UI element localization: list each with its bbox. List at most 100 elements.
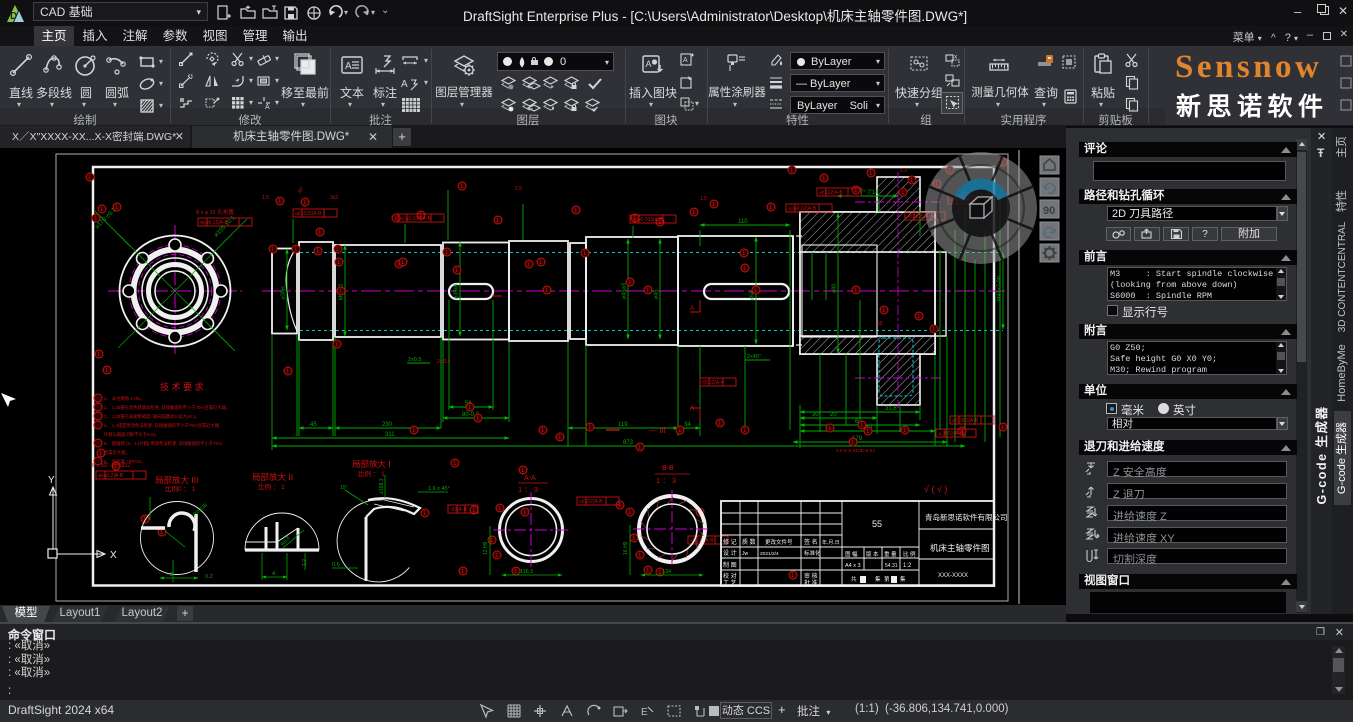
svg-text:审 核: 审 核 [804,572,818,580]
svg-text:A: A [401,79,408,90]
svg-text:134: 134 [662,569,671,575]
svg-text:20: 20 [830,412,837,418]
svg-text:◎|⌀0.02|A-B: ◎|⌀0.02|A-B [788,206,817,212]
svg-text:54.31: 54.31 [885,563,898,569]
svg-text:A-A: A-A [524,475,536,482]
svg-text:116.5: 116.5 [520,569,533,575]
svg-text:1 ： 3: 1 ： 3 [656,476,676,485]
svg-text:比例0 ： 1: 比例0 ： 1 [165,484,196,493]
svg-text:A: A [345,61,352,72]
svg-text:1:2: 1:2 [903,563,912,569]
svg-text:30: 30 [812,412,819,418]
svg-text:批 准: 批 准 [804,579,818,587]
svg-text:集: 集 [875,575,881,583]
svg-text:15°: 15° [340,485,348,491]
svg-text:技 术 要 求: 技 术 要 求 [160,381,204,392]
svg-text:比 例: 比 例 [903,550,916,558]
svg-text:XXX-XXXX: XXX-XXXX [938,573,968,579]
svg-text:且靠近大端。: 且靠近大端。 [104,449,130,456]
svg-text:8 x ⌀ 31 孔布置: 8 x ⌀ 31 孔布置 [196,208,234,216]
svg-text:2、 1,30锥孔涂色及跳动检查, 其接触面积不小于75%且: 2、 1,30锥孔涂色及跳动检查, 其接触面积不小于75%且靠近大端。 [104,404,230,411]
svg-text:3、 1,30锥孔表面粗糙度, 轴向圆跳动公差为±0.1。: 3、 1,30锥孔表面粗糙度, 轴向圆跳动公差为±0.1。 [104,413,200,420]
svg-text:⌀|0.02|A-B: ⌀|0.02|A-B [819,190,843,196]
svg-text:Y: Y [48,475,55,486]
svg-text:3x2: 3x2 [330,195,338,201]
svg-text:A: A [683,57,688,64]
svg-text:230: 230 [382,422,393,428]
svg-text:+: + [235,78,239,85]
svg-text:工 艺: 工 艺 [723,579,737,587]
svg-text:≡|0.005|A-B: ≡|0.005|A-B [952,418,979,424]
svg-text:6、 热处理, HRC52。: 6、 热处理, HRC52。 [104,458,146,465]
svg-text:⌀198.3: ⌀198.3 [379,478,385,494]
svg-text:√ ( √ ): √ ( √ ) [924,484,947,494]
svg-text:2021/2/4: 2021/2/4 [760,551,779,557]
svg-text:A: A [646,59,652,69]
svg-text:1.5: 1.5 [700,196,707,202]
svg-text:110: 110 [738,219,748,225]
svg-text:2x45°: 2x45° [747,354,761,360]
svg-text:⌀45: ⌀45 [654,290,660,299]
svg-text:,: , [1132,105,1134,112]
svg-text:≡|0.02|A-B: ≡|0.02|A-B [579,499,603,505]
svg-text:-03|A-B: -03|A-B [450,507,468,513]
svg-text:比例 ： 1: 比例 ： 1 [258,482,285,491]
svg-text:质 数: 质 数 [742,538,756,546]
svg-text:X: X [110,550,117,561]
svg-text:34: 34 [684,422,691,428]
svg-text:A: A [690,406,694,412]
svg-text:A: A [690,306,694,312]
svg-text:12 H9: 12 H9 [483,541,489,555]
svg-text:版 本: 版 本 [866,550,879,558]
svg-text:1、 未注倒角 1×45。: 1、 未注倒角 1×45。 [104,395,144,402]
svg-text:D: D [10,11,17,22]
svg-text:0.2: 0.2 [205,574,213,580]
svg-text:⌀45js5: ⌀45js5 [622,283,628,299]
svg-text:3.0 6 X ⌀10E-6 6J: 3.0 6 X ⌀10E-6 6J [836,448,875,454]
svg-text:⌀|0.025|A-B: ⌀|0.025|A-B [295,211,322,217]
svg-text:青岛新思诺软件有限公司: 青岛新思诺软件有限公司 [925,512,1008,522]
svg-text:2: 2 [170,572,173,578]
svg-text:Jw: Jw [742,551,749,557]
svg-text:16 H9: 16 H9 [623,541,629,555]
svg-text:共: 共 [851,575,857,583]
svg-text:1.2: 1.2 [302,559,308,566]
svg-text:5、 题轴颈 (S、12外圆) 用涂色法检查, 其接触面积不: 5、 题轴颈 (S、12外圆) 用涂色法检查, 其接触面积不小于75%, [104,440,223,447]
svg-text:*: * [551,85,554,91]
svg-text:⊕|⌀0.15|A-B: ⊕|⌀0.15|A-B [200,220,229,226]
svg-text:31.8: 31.8 [885,406,897,412]
svg-text:机床主轴零件图: 机床主轴零件图 [930,543,990,553]
svg-text:集: 集 [900,575,906,583]
svg-text:⊕|⌀0.2|A-B: ⊕|⌀0.2|A-B [98,473,124,479]
svg-text:1.3: 1.3 [900,168,907,174]
svg-text:制 图: 制 图 [723,561,737,569]
svg-text:修 记: 修 记 [723,538,737,546]
svg-text:设 计: 设 计 [723,549,737,557]
svg-text:图 幅: 图 幅 [845,550,858,558]
svg-text:局部放大 III: 局部放大 III [155,475,198,485]
svg-text:◎|⌀0.015|A-B: ◎|⌀0.015|A-B [400,216,431,222]
svg-text:局部放大 II: 局部放大 II [252,472,293,482]
svg-text:50: 50 [877,321,883,327]
svg-text:2x0.5: 2x0.5 [408,357,421,363]
svg-text:标准化: 标准化 [804,549,821,557]
svg-text:◎|⌀0.015|A-B: ◎|⌀0.015|A-B [632,217,663,223]
svg-text:1.5: 1.5 [262,195,269,201]
svg-text:2x 0.5: 2x 0.5 [437,359,451,365]
svg-text:— III: — III [649,426,666,435]
svg-text:0.6: 0.6 [332,562,340,568]
svg-text:90: 90 [1043,205,1055,217]
svg-text:第: 第 [884,575,890,583]
svg-text:/|0.02|A-4: /|0.02|A-4 [702,380,724,386]
svg-text:311: 311 [385,432,395,438]
svg-text:4: 4 [272,571,275,577]
svg-text:环规与端面间隙不大于0.02。: 环规与端面间隙不大于0.02。 [104,431,160,438]
svg-text:⌀80: ⌀80 [832,284,838,293]
svg-text:1.6 x 45°: 1.6 x 45° [428,486,450,492]
svg-text:A4 x 3: A4 x 3 [845,563,861,569]
svg-text:A: A [265,104,270,111]
svg-text:⌀30js: ⌀30js [281,286,287,300]
svg-text:重 量: 重 量 [884,550,897,558]
svg-text:x: x [954,54,958,61]
svg-text:55: 55 [872,519,882,529]
